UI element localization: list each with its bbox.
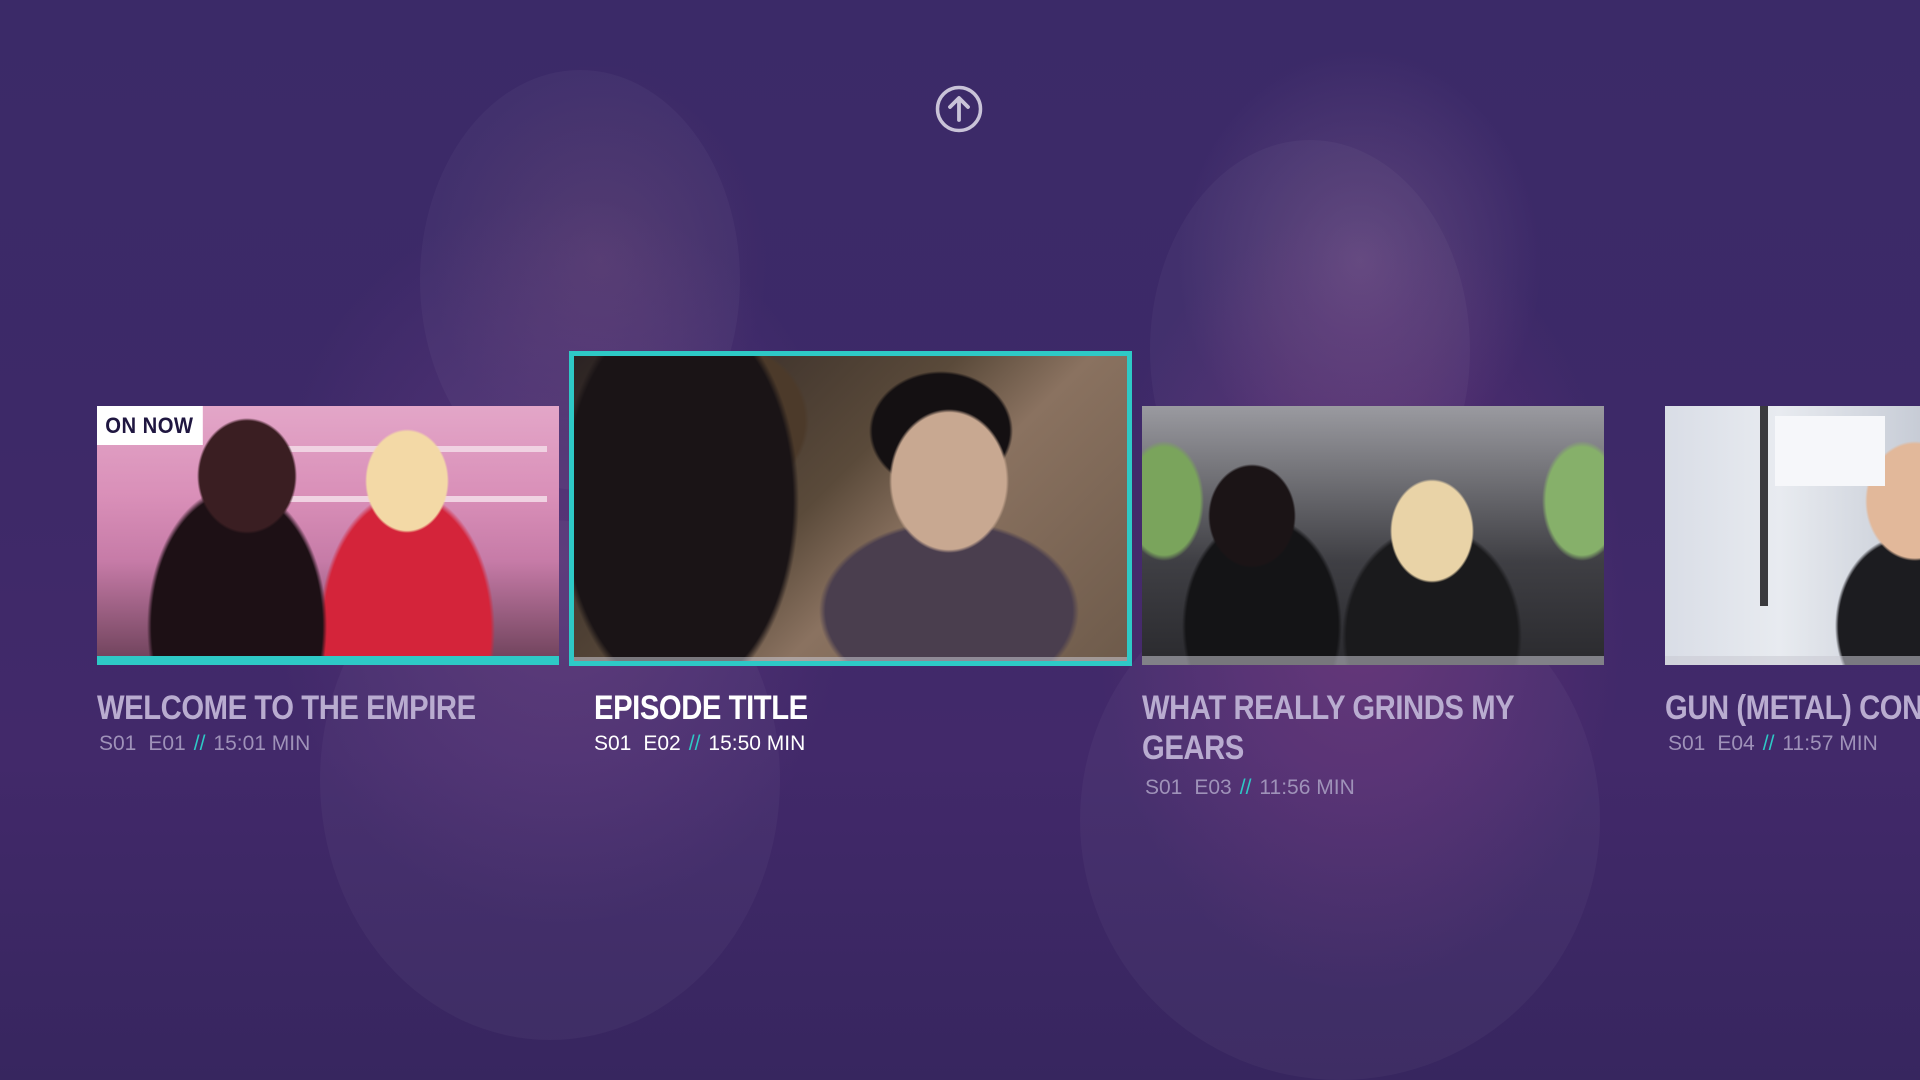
duration-label: 11:56 MIN — [1259, 776, 1355, 799]
progress-fill-1 — [97, 656, 559, 665]
arrow-up-circle-icon — [935, 85, 983, 133]
episode-label: E01 — [148, 732, 186, 755]
on-now-badge: ON NOW — [97, 406, 203, 445]
episode-title-2: EPISODE TITLE — [594, 689, 808, 727]
episode-meta-1: S01 E01 // 15:01 MIN — [99, 732, 310, 756]
season-label: S01 — [99, 732, 137, 755]
episode-meta-3: S01 E03 // 11:56 MIN — [1145, 776, 1355, 800]
meta-separator: // — [1239, 776, 1252, 799]
meta-separator: // — [193, 732, 206, 755]
meta-separator: // — [1762, 732, 1775, 755]
episode-thumbnail-1: ON NOW — [97, 406, 559, 665]
episode-meta-2: S01 E02 // 15:50 MIN — [594, 732, 805, 756]
episode-label: E03 — [1194, 776, 1232, 799]
episode-label: E02 — [643, 732, 681, 755]
episode-meta-4: S01 E04 // 11:57 MIN — [1668, 732, 1878, 756]
episode-browser-screen: ON NOW WELCOME TO THE EMPIRE S01 E01 // 15:… — [0, 0, 1920, 1080]
episode-title-3-line2: GEARS — [1142, 729, 1244, 767]
scroll-up-button[interactable] — [934, 84, 984, 134]
progress-bar-1 — [97, 656, 559, 665]
episode-thumbnail-4 — [1665, 406, 1920, 665]
duration-label: 15:50 MIN — [708, 732, 806, 755]
duration-label: 11:57 MIN — [1782, 732, 1878, 755]
progress-bar-4 — [1665, 656, 1920, 665]
season-label: S01 — [594, 732, 632, 755]
episode-title-3-line1: WHAT REALLY GRINDS MY — [1142, 689, 1515, 727]
season-label: S01 — [1145, 776, 1183, 799]
episode-title-1: WELCOME TO THE EMPIRE — [97, 689, 476, 727]
episode-label: E04 — [1717, 732, 1755, 755]
focus-highlight-frame — [569, 351, 1132, 666]
duration-label: 15:01 MIN — [213, 732, 311, 755]
meta-separator: // — [688, 732, 701, 755]
episode-title-4: GUN (METAL) CON — [1665, 689, 1920, 727]
season-label: S01 — [1668, 732, 1706, 755]
progress-bar-3 — [1142, 656, 1604, 665]
episode-thumbnail-3 — [1142, 406, 1604, 665]
